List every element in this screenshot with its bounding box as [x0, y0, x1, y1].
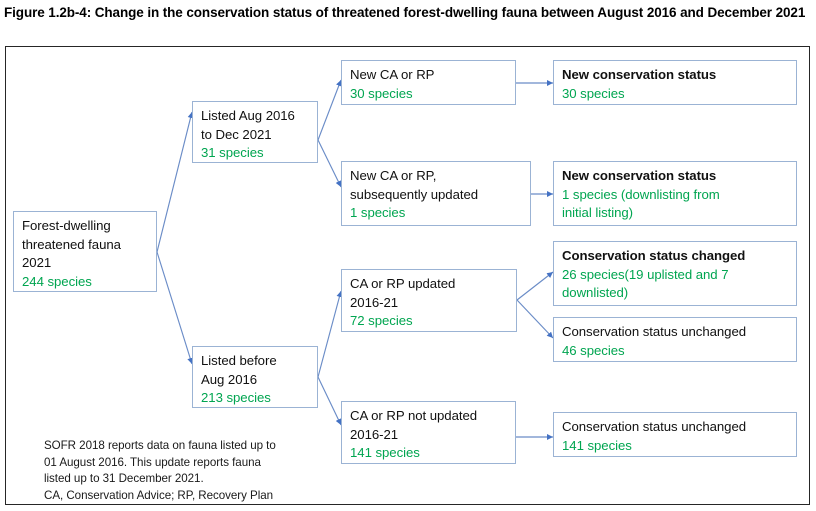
node-ca-rp-not-updated-header: CA or RP not updated 2016-21: [350, 408, 478, 442]
figure-title: Figure 1.2b-4: Change in the conservatio…: [4, 5, 806, 20]
node-status-unchanged-141-count: 141 species: [562, 437, 632, 453]
node-new-status-1-header: New conservation status: [562, 168, 717, 183]
node-status-changed-header: Conservation status changed: [562, 248, 746, 263]
node-listed-aug-2016-to-dec-2021[interactable]: Listed Aug 2016 to Dec 2021 31 species: [192, 101, 318, 163]
node-root-count: 244 species: [22, 273, 92, 289]
node-conservation-status-unchanged-141[interactable]: Conservation status unchanged 141 specie…: [553, 412, 797, 457]
node-new-ca-rp-header: New CA or RP: [350, 67, 435, 82]
node-new-ca-or-rp[interactable]: New CA or RP 30 species: [341, 60, 516, 105]
node-new-status-30-count: 30 species: [562, 85, 625, 101]
node-root-header: Forest-dwelling threatened fauna 2021: [22, 218, 121, 270]
node-status-unchanged-46-header: Conservation status unchanged: [562, 324, 747, 339]
node-listed-before-aug-2016[interactable]: Listed before Aug 2016 213 species: [192, 346, 318, 408]
node-new-ca-rp-count: 30 species: [350, 85, 413, 101]
node-listed-new-header: Listed Aug 2016 to Dec 2021: [201, 108, 295, 142]
node-new-ca-rp-updated-header: New CA or RP, subsequently updated: [350, 168, 479, 202]
node-new-status-1-count: 1 species (downlisting from initial list…: [562, 186, 720, 221]
node-listed-before-count: 213 species: [201, 390, 271, 405]
node-ca-or-rp-updated[interactable]: CA or RP updated 2016-21 72 species: [341, 269, 517, 332]
node-root[interactable]: Forest-dwelling threatened fauna 2021 24…: [13, 211, 157, 292]
node-new-conservation-status-1[interactable]: New conservation status 1 species (downl…: [553, 161, 797, 226]
node-new-ca-or-rp-subsequently-updated[interactable]: New CA or RP, subsequently updated 1 spe…: [341, 161, 531, 226]
node-new-ca-rp-updated-count: 1 species: [350, 205, 406, 220]
node-listed-before-header: Listed before Aug 2016: [201, 353, 277, 387]
node-new-conservation-status-30[interactable]: New conservation status 30 species: [553, 60, 797, 105]
node-status-changed-count: 26 species(19 uplisted and 7 downlisted): [562, 266, 729, 301]
node-ca-rp-not-updated-count: 141 species: [350, 445, 420, 460]
node-ca-rp-updated-count: 72 species: [350, 313, 413, 328]
node-listed-new-count: 31 species: [201, 145, 264, 160]
node-status-unchanged-46-count: 46 species: [562, 342, 625, 358]
node-ca-or-rp-not-updated[interactable]: CA or RP not updated 2016-21 141 species: [341, 401, 516, 464]
node-conservation-status-changed[interactable]: Conservation status changed 26 species(1…: [553, 241, 797, 306]
node-ca-rp-updated-header: CA or RP updated 2016-21: [350, 276, 456, 310]
node-conservation-status-unchanged-46[interactable]: Conservation status unchanged 46 species: [553, 317, 797, 362]
node-status-unchanged-141-header: Conservation status unchanged: [562, 419, 747, 434]
figure-footnote: SOFR 2018 reports data on fauna listed u…: [44, 439, 276, 502]
node-new-status-30-header: New conservation status: [562, 67, 717, 82]
